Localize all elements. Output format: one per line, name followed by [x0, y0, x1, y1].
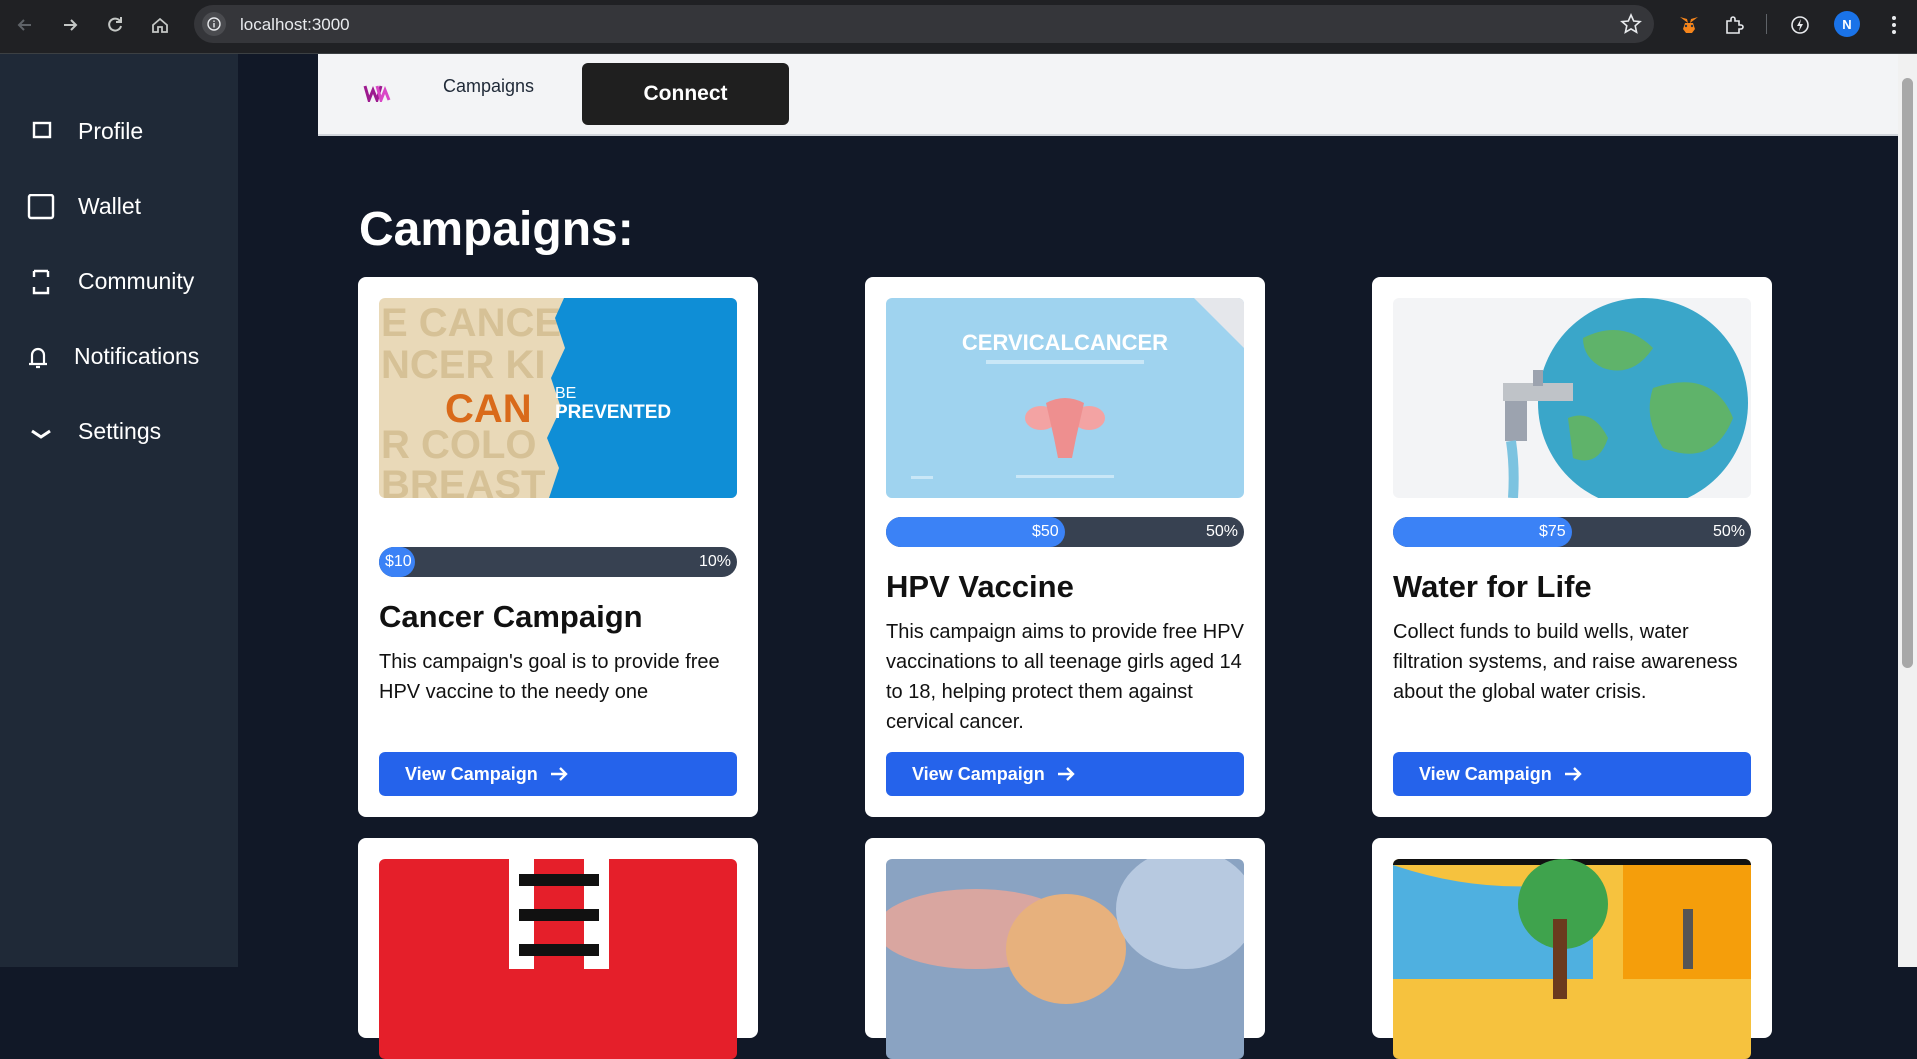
view-campaign-label: View Campaign	[912, 763, 1045, 784]
community-bracket-icon	[32, 269, 50, 295]
campaign-card: $75 50% Water for Life Collect funds to …	[1372, 277, 1772, 817]
sidebar-item-label: Notifications	[74, 343, 200, 369]
address-bar[interactable]: localhost:3000	[194, 5, 1654, 43]
performance-icon[interactable]	[1786, 11, 1814, 39]
url-text[interactable]: localhost:3000	[240, 15, 350, 35]
arrow-right-icon	[550, 767, 568, 781]
bookmark-star-icon[interactable]	[1620, 13, 1642, 40]
campaign-image	[379, 859, 737, 1059]
image-text-can: CAN	[445, 387, 532, 431]
card-title: HPV Vaccine	[886, 569, 1074, 604]
chevron-down-icon	[31, 429, 51, 439]
nav-link-campaigns[interactable]: Campaigns	[443, 76, 534, 97]
campaign-card	[865, 838, 1265, 1059]
card-description: Collect funds to build wells, water filt…	[1393, 621, 1738, 703]
browser-toolbar: localhost:3000 N	[0, 0, 1917, 54]
view-campaign-button[interactable]: View Campaign	[1393, 752, 1751, 796]
campaign-card	[358, 838, 758, 1059]
image-text-cervical: CERVICALCANCER	[962, 330, 1168, 355]
extensions-puzzle-icon[interactable]	[1720, 11, 1748, 39]
raised-amount: $75	[1539, 523, 1566, 540]
sidebar: Profile Wallet Community Notifications S…	[0, 54, 238, 967]
campaign-image	[1393, 859, 1751, 1059]
progress-percent: 50%	[1205, 523, 1238, 540]
sidebar-item-label: Profile	[78, 118, 144, 144]
image-text-be: BE	[555, 385, 576, 402]
sidebar-item-settings[interactable]: Settings	[0, 407, 238, 457]
campaign-image	[886, 859, 1244, 1059]
back-arrow-icon	[17, 19, 31, 31]
sidebar-item-label: Wallet	[78, 193, 142, 219]
view-campaign-button[interactable]: View Campaign	[886, 752, 1244, 796]
bell-icon	[29, 347, 47, 369]
wallet-square-icon	[27, 194, 55, 220]
sidebar-item-label: Settings	[78, 418, 162, 444]
svg-text:BREAST: BREAST	[381, 463, 545, 498]
sidebar-item-wallet[interactable]: Wallet	[0, 182, 238, 232]
toolbar-divider	[1766, 14, 1767, 34]
card-title: Water for Life	[1393, 569, 1592, 604]
back-button[interactable]	[10, 10, 40, 40]
campaign-image: E CANCER NCER KI R COLO BREAST CAN BE PR…	[379, 298, 737, 498]
campaign-card: E CANCER NCER KI R COLO BREAST CAN BE PR…	[358, 277, 758, 817]
metamask-fox-icon[interactable]	[1675, 11, 1703, 39]
progress-bar: $50 50%	[886, 517, 1244, 547]
app-logo-icon[interactable]	[363, 84, 391, 102]
home-icon	[152, 17, 168, 33]
page-title: Campaigns:	[359, 203, 634, 256]
arrow-right-icon	[1564, 767, 1582, 781]
campaign-image	[1393, 298, 1751, 498]
campaign-card: CERVICALCANCER $50 50% HPV Vaccine This …	[865, 277, 1265, 817]
profile-avatar[interactable]: N	[1834, 11, 1860, 37]
svg-text:NCER KI: NCER KI	[381, 343, 545, 387]
sidebar-item-profile[interactable]: Profile	[0, 107, 238, 157]
home-button[interactable]	[145, 10, 175, 40]
scrollbar-thumb[interactable]	[1902, 78, 1913, 668]
card-title: Cancer Campaign	[379, 599, 643, 634]
card-description: This campaign's goal is to provide free …	[379, 651, 720, 703]
app-header: Campaigns Connect	[318, 54, 1898, 136]
connect-button[interactable]: Connect	[582, 63, 789, 125]
square-small-icon	[32, 121, 52, 139]
card-description: This campaign aims to provide free HPV v…	[886, 621, 1244, 733]
site-info-icon[interactable]	[202, 12, 226, 36]
progress-bar: $10 10%	[379, 547, 737, 577]
sidebar-item-label: Community	[78, 268, 195, 294]
raised-amount: $50	[1032, 523, 1059, 540]
forward-arrow-icon	[64, 19, 78, 31]
progress-bar: $75 50%	[1393, 517, 1751, 547]
view-campaign-label: View Campaign	[405, 763, 538, 784]
reload-icon	[108, 17, 122, 32]
raised-amount: $10	[385, 553, 412, 570]
main-content: Campaigns Connect Campaigns: E CANCER NC…	[238, 54, 1898, 1059]
page-scrollbar[interactable]	[1898, 54, 1917, 967]
sidebar-item-notifications[interactable]: Notifications	[0, 332, 238, 382]
campaign-card	[1372, 838, 1772, 1059]
progress-percent: 10%	[698, 553, 731, 570]
view-campaign-label: View Campaign	[1419, 763, 1552, 784]
forward-button[interactable]	[55, 10, 85, 40]
menu-dots-icon[interactable]	[1880, 11, 1908, 39]
arrow-right-icon	[1057, 767, 1075, 781]
reload-button[interactable]	[100, 10, 130, 40]
campaign-image: CERVICALCANCER	[886, 298, 1244, 498]
progress-percent: 50%	[1712, 523, 1745, 540]
view-campaign-button[interactable]: View Campaign	[379, 752, 737, 796]
sidebar-item-community[interactable]: Community	[0, 257, 238, 307]
image-text-prevented: PREVENTED	[555, 402, 671, 423]
